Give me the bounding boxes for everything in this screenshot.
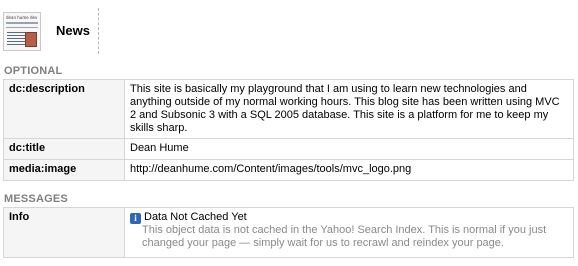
row-value[interactable]: http://deanhume.com/Content/images/tools… bbox=[124, 159, 574, 181]
thumbnail-divider bbox=[6, 27, 38, 28]
row-key: dc:description bbox=[3, 79, 125, 139]
section-label-messages: MESSAGES bbox=[4, 193, 68, 205]
info-icon: i bbox=[130, 213, 141, 224]
row-value: Dean Hume bbox=[124, 138, 574, 160]
page-header: dean hume dev News bbox=[0, 0, 578, 60]
site-thumbnail[interactable]: dean hume dev bbox=[3, 12, 41, 51]
row-key: media:image bbox=[3, 159, 125, 181]
messages-table: Info i Data Not Cached Yet This object da… bbox=[3, 207, 574, 258]
table-row: dc:title Dean Hume bbox=[3, 138, 574, 160]
message-key: Info bbox=[3, 207, 125, 258]
row-key: dc:title bbox=[3, 138, 125, 160]
page-title: News bbox=[56, 23, 90, 38]
table-row: Info i Data Not Cached Yet This object da… bbox=[3, 207, 574, 258]
thumbnail-photo bbox=[25, 32, 37, 47]
thumbnail-text-lines bbox=[7, 32, 25, 46]
thumbnail-brand-text: dean hume dev bbox=[6, 15, 38, 20]
row-value: This site is basically my playground tha… bbox=[124, 79, 574, 139]
section-label-optional: OPTIONAL bbox=[4, 65, 63, 77]
header-divider bbox=[98, 8, 99, 54]
table-row: media:image http://deanhume.com/Content/… bbox=[3, 159, 574, 181]
optional-table: dc:description This site is basically my… bbox=[3, 79, 574, 181]
message-cell: i Data Not Cached Yet This object data is… bbox=[124, 207, 574, 258]
thumbnail-nav-bar bbox=[6, 22, 38, 24]
table-row: dc:description This site is basically my… bbox=[3, 79, 574, 139]
message-header: i Data Not Cached Yet bbox=[130, 211, 568, 224]
message-title: Data Not Cached Yet bbox=[144, 211, 247, 223]
message-body: This object data is not cached in the Ya… bbox=[142, 224, 547, 249]
